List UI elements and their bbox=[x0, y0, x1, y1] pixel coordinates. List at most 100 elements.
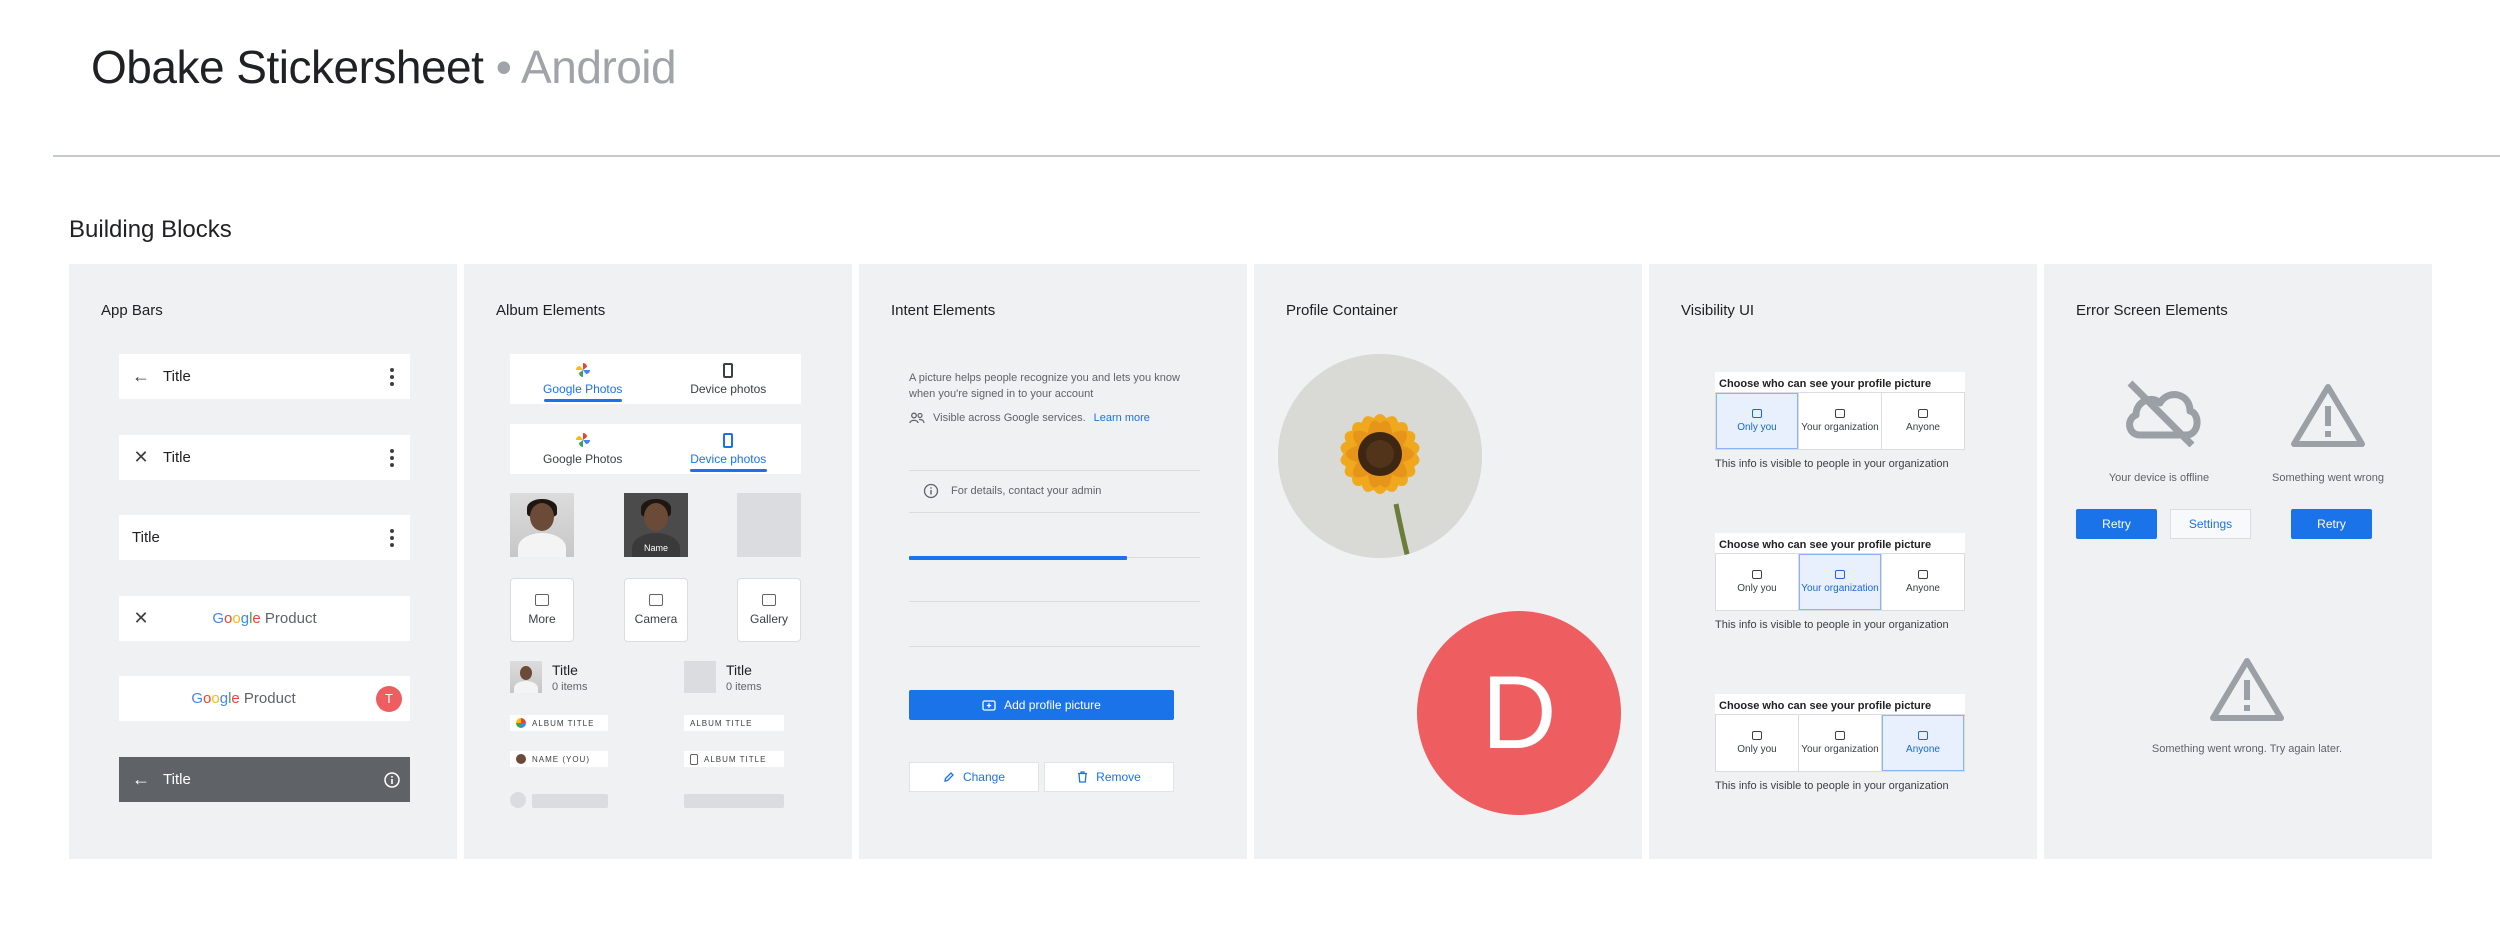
album-count: 0 items bbox=[552, 680, 588, 693]
loading-placeholder-bar bbox=[684, 794, 784, 808]
change-button[interactable]: Change bbox=[909, 762, 1039, 792]
panel-visibility-ui: Visibility UI Choose who can see your pr… bbox=[1649, 264, 2037, 859]
settings-button[interactable]: Settings bbox=[2170, 509, 2251, 539]
option-your-organization[interactable]: Your organization bbox=[1799, 554, 1882, 610]
google-product-logo: Google Product bbox=[191, 690, 296, 707]
overflow-menu-icon[interactable] bbox=[374, 448, 410, 467]
app-bar-title: Title bbox=[163, 368, 191, 385]
people-icon bbox=[1918, 730, 1928, 740]
album-chip[interactable]: ALBUM TITLE bbox=[684, 751, 784, 767]
option-anyone[interactable]: Anyone bbox=[1882, 715, 1964, 771]
back-arrow-icon[interactable]: ← bbox=[119, 366, 163, 387]
header-divider bbox=[53, 155, 2500, 157]
folder-icon bbox=[762, 594, 776, 606]
camera-button[interactable]: Camera bbox=[624, 578, 688, 642]
back-arrow-icon[interactable]: ← bbox=[119, 769, 163, 790]
album-title: Title bbox=[726, 661, 752, 678]
close-icon[interactable]: ✕ bbox=[119, 608, 163, 629]
panel-title: Intent Elements bbox=[891, 302, 996, 319]
panel-title: Album Elements bbox=[496, 302, 606, 319]
overflow-menu-icon[interactable] bbox=[374, 367, 410, 386]
warning-icon bbox=[2290, 382, 2366, 453]
tab-google-photos[interactable]: Google Photos bbox=[510, 424, 656, 474]
pinwheel-icon bbox=[516, 718, 526, 728]
trash-icon bbox=[1078, 771, 1088, 783]
album-chip[interactable]: ALBUM TITLE bbox=[684, 715, 784, 731]
photo-tile-selected[interactable]: Name bbox=[624, 493, 688, 557]
page-title: Obake Stickersheet • Android bbox=[91, 40, 677, 94]
overflow-menu-icon[interactable] bbox=[374, 528, 410, 547]
avatar[interactable]: D bbox=[1417, 611, 1621, 815]
visibility-footer: This info is visible to people in your o… bbox=[1715, 458, 1949, 470]
info-icon[interactable] bbox=[374, 771, 410, 789]
visibility-heading: Choose who can see your profile picture bbox=[1715, 372, 1965, 392]
tab-google-photos[interactable]: Google Photos bbox=[510, 354, 656, 404]
name-chip[interactable]: NAME (YOU) bbox=[510, 751, 608, 767]
option-only-you[interactable]: Only you bbox=[1716, 393, 1799, 449]
intent-description: A picture helps people recognize you and… bbox=[909, 372, 1180, 400]
tab-label: Device photos bbox=[690, 452, 767, 466]
people-icon bbox=[1918, 408, 1928, 418]
divider bbox=[909, 646, 1200, 647]
people-icon bbox=[909, 412, 925, 424]
lock-icon bbox=[1752, 569, 1762, 579]
retry-button[interactable]: Retry bbox=[2291, 509, 2372, 539]
album-list-item[interactable]: Title 0 items bbox=[510, 661, 587, 693]
option-anyone[interactable]: Anyone bbox=[1882, 554, 1964, 610]
option-only-you[interactable]: Only you bbox=[1716, 554, 1799, 610]
visibility-selector: Choose who can see your profile picture … bbox=[1715, 372, 1965, 470]
app-bar-back: ← Title bbox=[119, 354, 410, 399]
close-icon[interactable]: ✕ bbox=[119, 447, 163, 468]
option-your-organization[interactable]: Your organization bbox=[1799, 715, 1882, 771]
app-bar-plain: Title bbox=[119, 515, 410, 560]
option-anyone[interactable]: Anyone bbox=[1882, 393, 1964, 449]
error-caption: Something went wrong bbox=[2272, 472, 2384, 484]
panel-title: Profile Container bbox=[1286, 302, 1398, 319]
tab-label: Google Photos bbox=[543, 452, 623, 466]
divider bbox=[909, 601, 1200, 602]
tab-label: Google Photos bbox=[543, 382, 623, 396]
account-avatar[interactable]: T bbox=[368, 685, 410, 712]
add-profile-picture-button[interactable]: Add profile picture bbox=[909, 690, 1174, 720]
divider bbox=[909, 470, 1200, 471]
gallery-button[interactable]: Gallery bbox=[737, 578, 801, 642]
section-title: Building Blocks bbox=[69, 216, 232, 243]
option-only-you[interactable]: Only you bbox=[1716, 715, 1799, 771]
option-your-organization[interactable]: Your organization bbox=[1799, 393, 1882, 449]
photo-placeholder bbox=[737, 493, 801, 557]
pinwheel-icon bbox=[574, 361, 592, 379]
admin-note: For details, contact your admin bbox=[923, 483, 1101, 499]
app-bar-google-avatar: Google Product T bbox=[119, 676, 410, 721]
lock-icon bbox=[1752, 408, 1762, 418]
profile-photo[interactable] bbox=[1278, 354, 1482, 558]
tab-device-photos[interactable]: Device photos bbox=[656, 424, 802, 474]
retry-button[interactable]: Retry bbox=[2076, 509, 2157, 539]
album-list-item[interactable]: Title 0 items bbox=[684, 661, 761, 693]
phone-icon bbox=[723, 361, 734, 379]
visibility-heading: Choose who can see your profile picture bbox=[1715, 533, 1965, 553]
building-icon bbox=[1835, 730, 1845, 740]
try-again-caption: Something went wrong. Try again later. bbox=[2151, 743, 2343, 755]
panel-album-elements: Album Elements Google Photos Device phot… bbox=[464, 264, 852, 859]
album-chip[interactable]: ALBUM TITLE bbox=[510, 715, 608, 731]
phone-icon bbox=[723, 431, 734, 449]
sunflower-image bbox=[1278, 354, 1482, 558]
google-product-logo: Google Product bbox=[212, 610, 317, 627]
offline-caption: Your device is offline bbox=[2108, 472, 2210, 484]
tab-device-photos[interactable]: Device photos bbox=[656, 354, 802, 404]
app-bar-google-close: ✕ Google Product bbox=[119, 596, 410, 641]
app-bar-dark: ← Title bbox=[119, 757, 410, 802]
album-thumbnail bbox=[684, 661, 716, 693]
photo-tile[interactable] bbox=[510, 493, 574, 557]
album-tab-bar: Google Photos Device photos bbox=[510, 424, 801, 474]
visibility-note: Visible across Google services. Learn mo… bbox=[909, 412, 1150, 424]
more-button[interactable]: More bbox=[510, 578, 574, 642]
cloud-off-icon bbox=[2122, 379, 2202, 452]
remove-button[interactable]: Remove bbox=[1044, 762, 1174, 792]
pencil-icon bbox=[944, 772, 954, 782]
album-tab-bar: Google Photos Device photos bbox=[510, 354, 801, 404]
learn-more-link[interactable]: Learn more bbox=[1094, 412, 1150, 424]
panel-title: Visibility UI bbox=[1681, 302, 1755, 319]
page-title-main: Obake Stickersheet bbox=[91, 41, 484, 93]
loading-placeholder-dot bbox=[510, 792, 526, 808]
